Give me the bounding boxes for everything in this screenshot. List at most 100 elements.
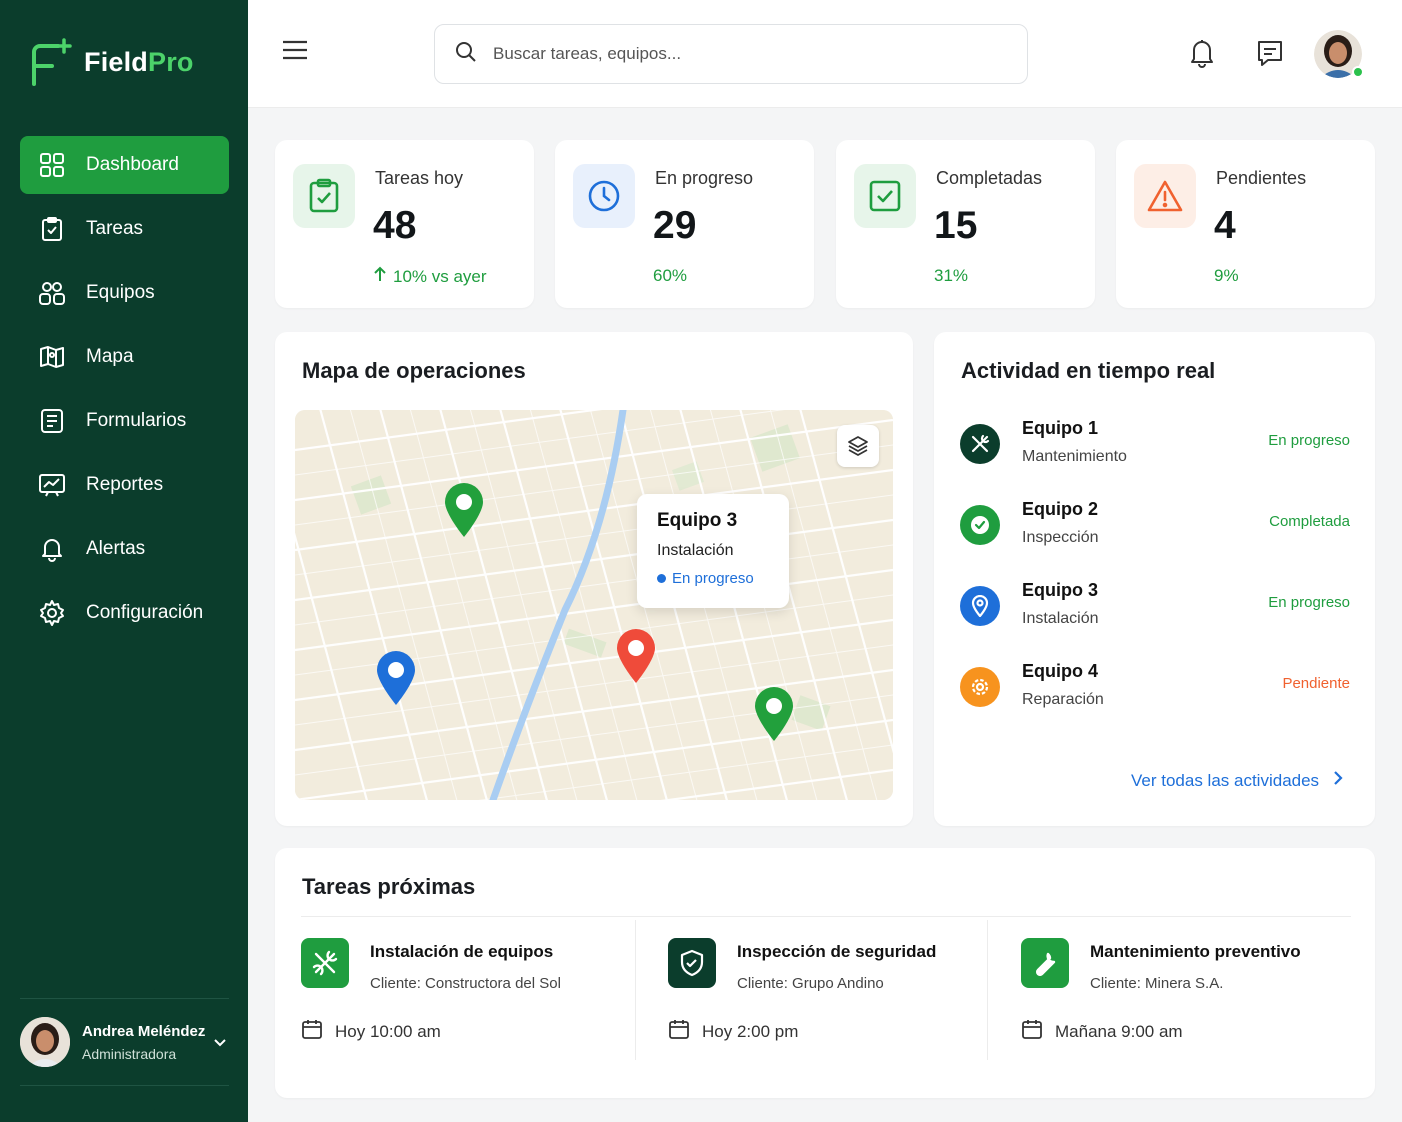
activity-item[interactable]: Equipo 1 Mantenimiento En progreso xyxy=(960,418,1350,478)
activity-type: Inspección xyxy=(1022,529,1099,546)
user-profile[interactable]: Andrea Meléndez Administradora xyxy=(20,998,229,1086)
card-title: Actividad en tiempo real xyxy=(961,358,1216,383)
stat-value: 15 xyxy=(934,204,978,247)
arrow-up-icon xyxy=(373,266,387,287)
logo-text: FieldPro xyxy=(84,46,194,77)
status-badge: Completada xyxy=(1269,513,1350,530)
clipboard-check-icon xyxy=(38,215,66,243)
operations-map[interactable]: Equipo 3 Instalación En progreso xyxy=(295,410,893,800)
logo-mark-icon xyxy=(30,38,72,86)
sidebar-item-configuracion[interactable]: Configuración xyxy=(20,584,229,642)
card-title: Mapa de operaciones xyxy=(302,358,526,383)
search-icon xyxy=(455,41,477,68)
clipboard-check-icon xyxy=(293,164,355,228)
sidebar-item-reportes[interactable]: Reportes xyxy=(20,456,229,514)
divider xyxy=(987,920,988,1060)
user-role: Administradora xyxy=(82,1045,177,1062)
popup-subtitle: Instalación xyxy=(657,542,734,559)
calendar-icon xyxy=(301,1018,323,1045)
map-pin-blue[interactable] xyxy=(375,650,417,706)
stat-percent: 60% xyxy=(653,266,688,285)
chevron-down-icon[interactable] xyxy=(213,1035,227,1053)
layers-icon[interactable] xyxy=(837,425,879,467)
messages-icon[interactable] xyxy=(1256,38,1284,73)
chevron-right-icon xyxy=(1333,770,1343,791)
sidebar-item-tareas[interactable]: Tareas xyxy=(20,200,229,258)
hamburger-menu-icon[interactable] xyxy=(282,40,308,65)
sidebar-item-label: Mapa xyxy=(86,346,134,367)
task-schedule: Hoy 10:00 am xyxy=(301,1018,441,1045)
status-badge: Pendiente xyxy=(1282,675,1350,692)
map-background xyxy=(295,410,893,800)
task-item[interactable]: Instalación de equipos Cliente: Construc… xyxy=(301,938,631,1062)
map-icon xyxy=(38,343,66,371)
stat-card-tareas-hoy[interactable]: Tareas hoy 48 10% vs ayer xyxy=(275,140,534,308)
gear-icon xyxy=(960,667,1000,707)
stat-label: Tareas hoy xyxy=(375,168,464,188)
activity-item[interactable]: Equipo 2 Inspección Completada xyxy=(960,499,1350,559)
topbar xyxy=(248,0,1402,108)
divider xyxy=(635,920,636,1060)
sidebar-item-label: Configuración xyxy=(86,602,204,623)
sidebar-nav: Dashboard Tareas Equipos Mapa Formulario… xyxy=(20,136,229,648)
see-all-activities-link[interactable]: Ver todas las actividades xyxy=(1131,770,1343,791)
search-input[interactable] xyxy=(493,44,973,64)
topbar-avatar[interactable] xyxy=(1314,30,1364,78)
sidebar-item-alertas[interactable]: Alertas xyxy=(20,520,229,578)
gear-icon xyxy=(38,599,66,627)
tools-icon xyxy=(301,938,349,988)
activity-team-name: Equipo 2 xyxy=(1022,499,1098,519)
activity-type: Mantenimiento xyxy=(1022,448,1127,465)
notifications-bell-icon[interactable] xyxy=(1188,38,1216,73)
activity-team-name: Equipo 3 xyxy=(1022,580,1098,600)
activity-item[interactable]: Equipo 4 Reparación Pendiente xyxy=(960,661,1350,721)
bell-icon xyxy=(38,535,66,563)
task-client: Cliente: Constructora del Sol xyxy=(370,975,561,992)
sidebar-item-label: Dashboard xyxy=(86,154,179,175)
task-item[interactable]: Inspección de seguridad Cliente: Grupo A… xyxy=(668,938,998,1062)
user-name: Andrea Meléndez xyxy=(82,1022,206,1040)
sidebar-item-formularios[interactable]: Formularios xyxy=(20,392,229,450)
status-badge: En progreso xyxy=(1268,594,1350,611)
popup-title: Equipo 3 xyxy=(657,510,738,531)
tools-icon xyxy=(960,424,1000,464)
task-title: Mantenimiento preventivo xyxy=(1090,942,1301,961)
stat-card-en-progreso[interactable]: En progreso 29 60% xyxy=(555,140,814,308)
divider xyxy=(301,916,1351,917)
realtime-activity-card: Actividad en tiempo real Equipo 1 Manten… xyxy=(934,332,1375,826)
stat-trend: 10% vs ayer xyxy=(373,266,487,287)
sidebar-item-equipos[interactable]: Equipos xyxy=(20,264,229,322)
sidebar-item-label: Reportes xyxy=(86,474,164,495)
sidebar-item-label: Formularios xyxy=(86,410,187,431)
sidebar-item-label: Tareas xyxy=(86,218,144,239)
map-pin-red[interactable] xyxy=(615,628,657,684)
activity-team-name: Equipo 1 xyxy=(1022,418,1098,438)
stat-label: Completadas xyxy=(936,168,1043,188)
stat-card-pendientes[interactable]: Pendientes 4 9% xyxy=(1116,140,1375,308)
upcoming-tasks-card: Tareas próximas Instalación de equipos C… xyxy=(275,848,1375,1098)
map-pin-green[interactable] xyxy=(443,482,485,538)
app-logo[interactable]: FieldPro xyxy=(30,38,194,86)
popup-status: En progreso xyxy=(657,570,789,587)
sidebar-item-dashboard[interactable]: Dashboard xyxy=(20,136,229,194)
task-client: Cliente: Minera S.A. xyxy=(1090,975,1224,992)
stat-card-completadas[interactable]: Completadas 15 31% xyxy=(836,140,1095,308)
stat-value: 4 xyxy=(1214,204,1236,247)
status-dot xyxy=(657,574,666,583)
activity-item[interactable]: Equipo 3 Instalación En progreso xyxy=(960,580,1350,640)
report-icon xyxy=(38,471,66,499)
task-schedule: Mañana 9:00 am xyxy=(1021,1018,1183,1045)
search-bar xyxy=(434,24,1028,84)
sidebar-item-mapa[interactable]: Mapa xyxy=(20,328,229,386)
map-popup[interactable]: Equipo 3 Instalación En progreso xyxy=(637,494,789,608)
map-pin-green[interactable] xyxy=(753,686,795,742)
task-item[interactable]: Mantenimiento preventivo Cliente: Minera… xyxy=(1021,938,1351,1062)
wrench-icon xyxy=(1021,938,1069,988)
stat-value: 48 xyxy=(373,204,417,247)
check-circle-icon xyxy=(960,505,1000,545)
form-icon xyxy=(38,407,66,435)
team-icon xyxy=(38,279,66,307)
sidebar-item-label: Alertas xyxy=(86,538,146,559)
stat-label: Pendientes xyxy=(1216,168,1307,188)
location-icon xyxy=(960,586,1000,626)
